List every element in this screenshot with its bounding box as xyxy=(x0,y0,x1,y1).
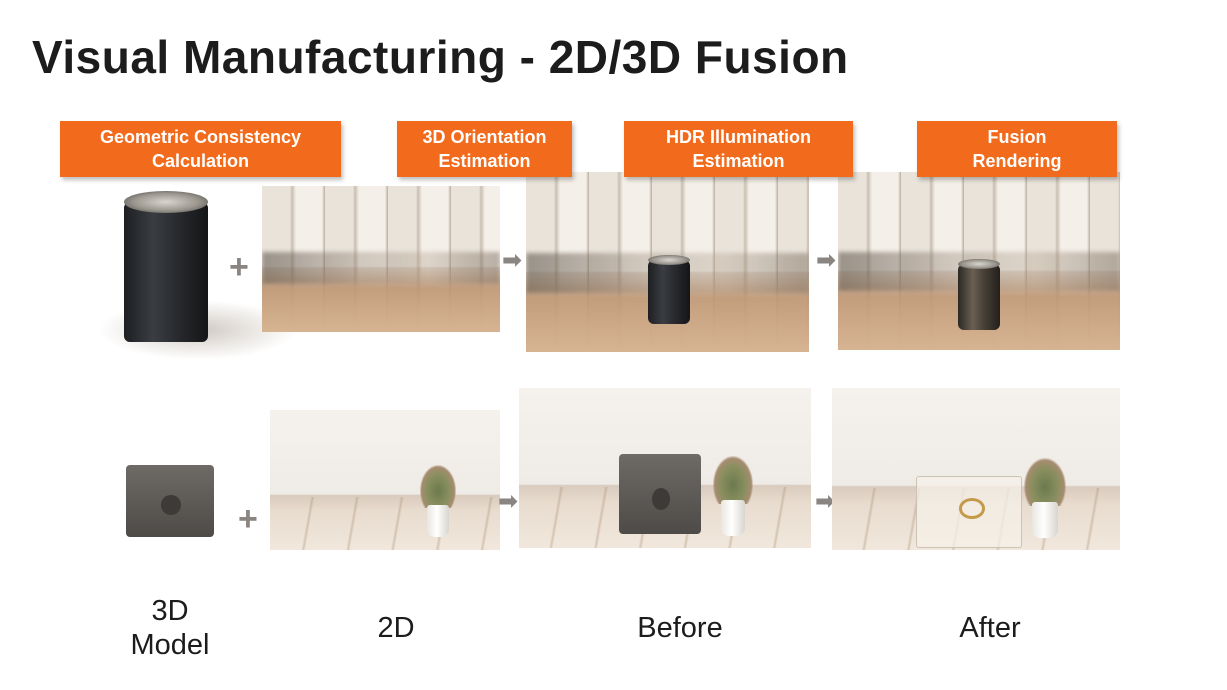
step-tag-fusion-rendering: Fusion Rendering xyxy=(917,121,1117,177)
step-tag-hdr-illumination: HDR Illumination Estimation xyxy=(624,121,853,177)
fused-transparent-box xyxy=(916,476,1022,548)
step-tag-line: HDR Illumination xyxy=(666,127,811,147)
step-tag-line: Estimation xyxy=(692,151,785,171)
caption-3d-model: 3D Model xyxy=(110,594,230,662)
composited-box xyxy=(619,454,701,534)
2d-room-background-image xyxy=(270,410,500,550)
caption-2d: 2D xyxy=(377,612,415,644)
3d-model-box-image xyxy=(126,465,214,537)
potted-plant xyxy=(1022,458,1068,538)
step-tag-line: Geometric Consistency xyxy=(99,127,302,147)
step-tag-geometric-consistency: Geometric Consistency Calculation xyxy=(60,121,341,177)
before-room-composite-image xyxy=(519,388,811,548)
step-tag-line: Calculation xyxy=(151,151,249,171)
caption-before: Before xyxy=(637,612,723,644)
composited-can xyxy=(648,254,690,324)
step-tag-3d-orientation: 3D Orientation Estimation xyxy=(397,121,572,177)
plus-icon: + xyxy=(238,500,258,538)
fused-can xyxy=(958,258,1000,330)
after-cafe-fusion-image xyxy=(838,172,1120,350)
3d-model-can-image xyxy=(124,190,208,342)
2d-cafe-background-image xyxy=(262,186,500,332)
step-tag-line: Fusion xyxy=(987,127,1047,147)
before-cafe-composite-image xyxy=(526,172,809,352)
after-room-fusion-image xyxy=(832,388,1120,550)
arrow-right-icon: ➡ xyxy=(502,247,523,274)
plus-icon: + xyxy=(229,248,249,286)
step-tag-line: Estimation xyxy=(438,151,531,171)
arrow-right-icon: ➡ xyxy=(498,488,519,515)
step-tag-line: 3D Orientation xyxy=(422,127,547,147)
caption-after: After xyxy=(959,612,1021,644)
caption-line: 3D xyxy=(151,595,189,627)
caption-line: Model xyxy=(130,629,210,661)
page-title: Visual Manufacturing - 2D/3D Fusion xyxy=(32,31,849,83)
step-tag-line: Rendering xyxy=(972,151,1062,171)
potted-plant xyxy=(418,465,458,537)
arrow-right-icon: ➡ xyxy=(816,247,837,274)
potted-plant xyxy=(711,456,755,536)
